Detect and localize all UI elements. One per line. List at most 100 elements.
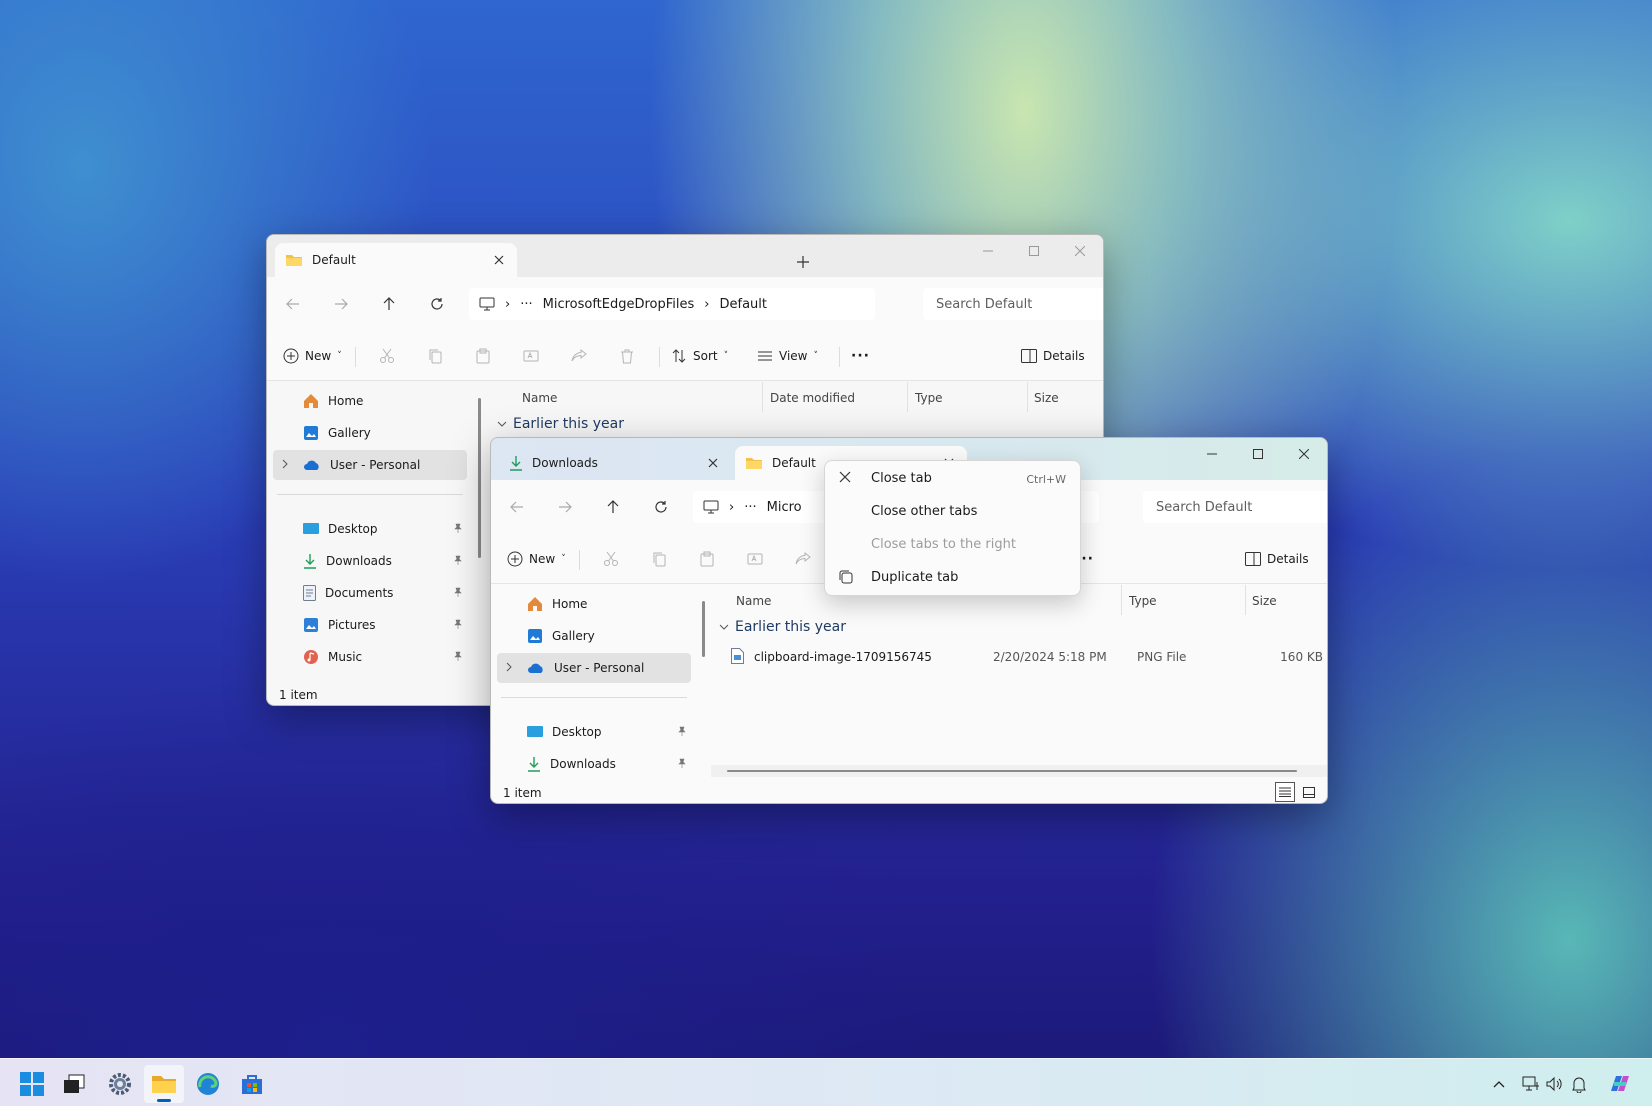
new-button[interactable]: New ˅ xyxy=(507,543,566,575)
tiles-view-icon[interactable] xyxy=(1301,784,1317,800)
column-type[interactable]: Type xyxy=(915,391,943,405)
sidebar-item-downloads[interactable]: Downloads xyxy=(273,546,467,576)
sidebar-item-downloads[interactable]: Downloads xyxy=(497,749,691,779)
microsoft-store-app[interactable] xyxy=(232,1065,272,1103)
show-hidden-icons-chevron-up-icon[interactable] xyxy=(1488,1073,1510,1095)
breadcrumb-segment[interactable]: Default xyxy=(720,297,768,312)
paste-icon[interactable] xyxy=(475,340,491,372)
minimize-button[interactable] xyxy=(1189,438,1235,470)
group-header[interactable]: Earlier this year xyxy=(497,416,624,432)
column-size[interactable]: Size xyxy=(1252,594,1277,608)
cut-icon[interactable] xyxy=(379,340,395,372)
sidebar-scrollbar[interactable] xyxy=(478,398,481,558)
chevron-right-icon[interactable] xyxy=(281,459,289,469)
file-explorer-app[interactable] xyxy=(144,1065,184,1103)
column-name[interactable]: Name xyxy=(522,391,557,405)
column-type[interactable]: Type xyxy=(1129,594,1157,608)
sidebar-item-documents[interactable]: Documents xyxy=(273,578,467,608)
sidebar-item-home[interactable]: Home xyxy=(497,589,691,619)
column-divider[interactable] xyxy=(1027,382,1028,412)
rename-icon[interactable] xyxy=(523,340,539,372)
status-bar: 1 item xyxy=(279,688,318,702)
task-view-button[interactable] xyxy=(54,1065,94,1103)
paste-icon[interactable] xyxy=(699,543,715,575)
duplicate-icon xyxy=(839,570,853,584)
back-arrow-icon[interactable] xyxy=(277,288,309,320)
menu-item-close-tab[interactable]: Close tab Ctrl+W xyxy=(829,463,1076,495)
column-divider[interactable] xyxy=(1121,585,1122,615)
column-divider[interactable] xyxy=(1245,585,1246,615)
column-divider[interactable] xyxy=(907,382,908,412)
tab-default[interactable]: Default xyxy=(275,243,517,277)
copilot-icon[interactable] xyxy=(1606,1073,1634,1095)
table-row[interactable]: clipboard-image-1709156745 2/20/2024 5:1… xyxy=(711,645,1327,669)
forward-arrow-icon[interactable] xyxy=(325,288,357,320)
more-options-icon[interactable]: ··· xyxy=(851,340,870,372)
sidebar-divider xyxy=(277,494,463,495)
details-button[interactable]: Details xyxy=(1021,340,1085,372)
search-box[interactable]: Search Default xyxy=(923,288,1103,320)
details-view-icon[interactable] xyxy=(1275,782,1295,802)
edge-browser-app[interactable] xyxy=(188,1065,228,1103)
up-arrow-icon[interactable] xyxy=(373,288,405,320)
new-tab-button[interactable] xyxy=(790,249,816,275)
column-name[interactable]: Name xyxy=(736,594,771,608)
breadcrumb-segment[interactable]: MicrosoftEdgeDropFiles xyxy=(543,297,695,312)
maximize-button[interactable] xyxy=(1235,438,1281,470)
chevron-right-icon[interactable] xyxy=(505,662,513,672)
menu-item-close-other-tabs[interactable]: Close other tabs xyxy=(829,496,1076,528)
close-window-button[interactable] xyxy=(1281,438,1327,470)
share-icon[interactable] xyxy=(795,543,811,575)
sidebar-item-gallery[interactable]: Gallery xyxy=(497,621,691,651)
maximize-button[interactable] xyxy=(1011,235,1057,267)
close-tab-icon[interactable] xyxy=(491,252,507,268)
up-arrow-icon[interactable] xyxy=(597,491,629,523)
column-divider[interactable] xyxy=(762,382,763,412)
toolbar-divider xyxy=(659,347,660,367)
details-button[interactable]: Details xyxy=(1245,543,1309,575)
minimize-button[interactable] xyxy=(965,235,1011,267)
menu-item-close-tabs-right[interactable]: Close tabs to the right xyxy=(829,529,1076,561)
sidebar-item-onedrive[interactable]: User - Personal xyxy=(273,450,467,480)
group-header[interactable]: Earlier this year xyxy=(719,619,846,635)
column-size[interactable]: Size xyxy=(1034,391,1059,405)
forward-arrow-icon[interactable] xyxy=(549,491,581,523)
document-icon xyxy=(303,585,316,601)
more-locations-icon[interactable]: ··· xyxy=(520,297,532,312)
refresh-icon[interactable] xyxy=(645,491,677,523)
refresh-icon[interactable] xyxy=(421,288,453,320)
cut-icon[interactable] xyxy=(603,543,619,575)
sidebar-scrollbar[interactable] xyxy=(702,601,705,657)
more-locations-icon[interactable]: ··· xyxy=(744,500,756,515)
menu-item-duplicate-tab[interactable]: Duplicate tab xyxy=(829,562,1076,594)
sidebar-item-gallery[interactable]: Gallery xyxy=(273,418,467,448)
tab-downloads[interactable]: Downloads xyxy=(499,446,731,480)
copy-icon[interactable] xyxy=(427,340,443,372)
close-tab-icon[interactable] xyxy=(705,455,721,471)
sidebar-item-desktop[interactable]: Desktop xyxy=(273,514,467,544)
breadcrumb-segment[interactable]: Micro xyxy=(767,500,802,515)
sort-button[interactable]: Sort ˅ xyxy=(671,340,728,372)
sidebar-item-pictures[interactable]: Pictures xyxy=(273,610,467,640)
notification-bell-icon[interactable] xyxy=(1568,1073,1590,1095)
network-icon[interactable] xyxy=(1520,1073,1542,1095)
sidebar-item-music[interactable]: Music xyxy=(273,642,467,672)
column-date-modified[interactable]: Date modified xyxy=(770,391,855,405)
sidebar-item-home[interactable]: Home xyxy=(273,386,467,416)
horizontal-scrollbar[interactable] xyxy=(727,770,1297,772)
volume-icon[interactable] xyxy=(1544,1073,1566,1095)
back-arrow-icon[interactable] xyxy=(501,491,533,523)
delete-icon[interactable] xyxy=(619,340,635,372)
share-icon[interactable] xyxy=(571,340,587,372)
search-box[interactable]: Search Default xyxy=(1143,491,1327,523)
settings-app[interactable] xyxy=(100,1065,140,1103)
sidebar-item-onedrive[interactable]: User - Personal xyxy=(497,653,691,683)
address-bar[interactable]: › ··· MicrosoftEdgeDropFiles › Default xyxy=(469,288,875,320)
close-window-button[interactable] xyxy=(1057,235,1103,267)
start-button[interactable] xyxy=(12,1065,52,1103)
copy-icon[interactable] xyxy=(651,543,667,575)
rename-icon[interactable] xyxy=(747,543,763,575)
sidebar-item-desktop[interactable]: Desktop xyxy=(497,717,691,747)
view-button[interactable]: View ˅ xyxy=(757,340,818,372)
new-button[interactable]: New ˅ xyxy=(283,340,342,372)
